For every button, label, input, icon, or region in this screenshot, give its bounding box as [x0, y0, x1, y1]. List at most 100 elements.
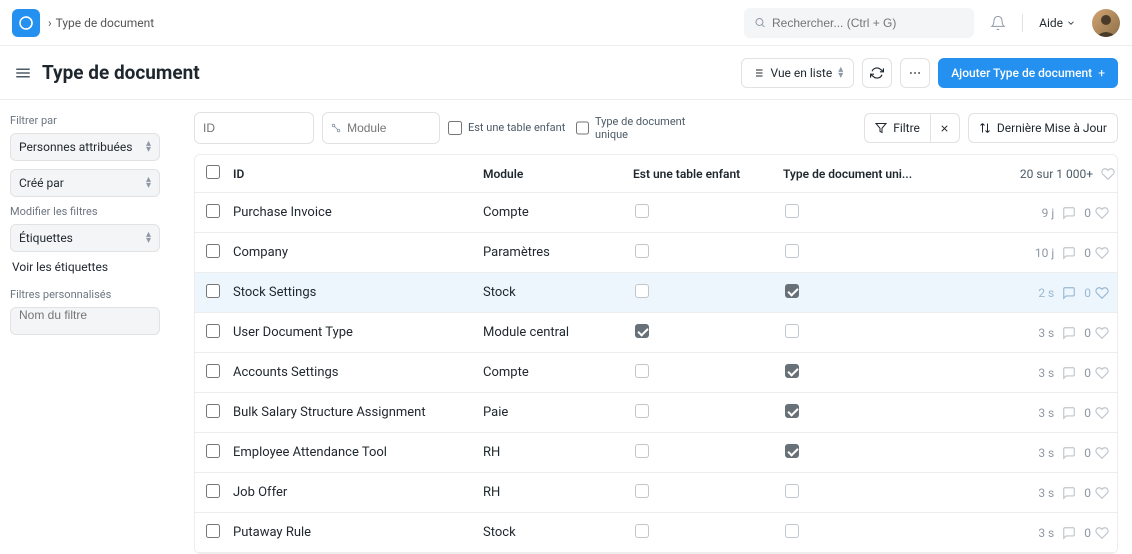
- app-logo[interactable]: [12, 9, 40, 37]
- col-id[interactable]: ID: [231, 167, 481, 181]
- select-all-checkbox[interactable]: [206, 165, 220, 179]
- avatar[interactable]: [1092, 9, 1120, 37]
- filter-module-input[interactable]: [322, 112, 440, 144]
- close-icon: [939, 123, 950, 134]
- filter-module-field[interactable]: [347, 121, 431, 135]
- filter-id-field[interactable]: [203, 121, 305, 135]
- more-button[interactable]: [900, 58, 930, 88]
- table-row[interactable]: User Document Type Module central 3 s 0: [195, 313, 1117, 353]
- comment-icon[interactable]: [1062, 486, 1076, 500]
- cell-id: User Document Type: [231, 325, 481, 340]
- row-checkbox[interactable]: [206, 244, 220, 258]
- table-row[interactable]: Stock Settings Stock 2 s 0: [195, 273, 1117, 313]
- created-by-select[interactable]: Créé par ▴▾: [10, 169, 160, 197]
- comment-icon[interactable]: [1062, 366, 1076, 380]
- col-module[interactable]: Module: [481, 167, 631, 181]
- heart-icon[interactable]: [1095, 406, 1109, 420]
- col-child[interactable]: Est une table enfant: [631, 167, 781, 181]
- comment-icon[interactable]: [1062, 286, 1076, 300]
- cell-age: 2 s: [1038, 286, 1054, 300]
- comment-count: 0: [1084, 246, 1091, 260]
- table-row[interactable]: Employee Attendance Tool RH 3 s 0: [195, 433, 1117, 473]
- heart-icon[interactable]: [1095, 366, 1109, 380]
- cell-unique: [781, 524, 951, 542]
- cell-child: [631, 364, 781, 382]
- comment-icon[interactable]: [1062, 206, 1076, 220]
- heart-icon[interactable]: [1095, 246, 1109, 260]
- filter-unique-checkbox[interactable]: [576, 121, 589, 135]
- sort-button[interactable]: Dernière Mise à Jour: [968, 113, 1118, 143]
- heart-icon[interactable]: [1095, 446, 1109, 460]
- add-button[interactable]: Ajouter Type de document +: [938, 58, 1118, 88]
- add-button-label: Ajouter Type de document: [951, 66, 1092, 80]
- row-checkbox[interactable]: [206, 324, 220, 338]
- search-input[interactable]: [744, 8, 974, 38]
- comment-icon[interactable]: [1062, 406, 1076, 420]
- table-row[interactable]: Putaway Rule Stock 3 s 0: [195, 513, 1117, 553]
- cell-unique: [781, 444, 951, 462]
- cell-age: 3 s: [1038, 366, 1054, 380]
- col-unique[interactable]: Type de document uni...: [781, 167, 951, 181]
- search-field[interactable]: [772, 16, 964, 30]
- custom-filters-label: Filtres personnalisés: [10, 288, 176, 301]
- filter-child-checkbox[interactable]: [448, 121, 462, 135]
- clear-filter-button[interactable]: [930, 113, 960, 143]
- heart-icon[interactable]: [1095, 206, 1109, 220]
- assigned-select[interactable]: Personnes attribuées ▴▾: [10, 133, 160, 161]
- heart-icon[interactable]: [1095, 286, 1109, 300]
- filter-id-input[interactable]: [194, 112, 314, 144]
- filter-unique-check[interactable]: Type de document unique: [576, 115, 696, 141]
- filter-name-input[interactable]: [10, 307, 160, 335]
- separator: [1022, 14, 1023, 32]
- cell-module: Paie: [481, 405, 631, 420]
- comment-icon[interactable]: [1062, 246, 1076, 260]
- cell-age: 3 s: [1038, 486, 1054, 500]
- dots-icon: [908, 66, 922, 80]
- table-row[interactable]: Bulk Salary Structure Assignment Paie 3 …: [195, 393, 1117, 433]
- table-row[interactable]: Job Offer RH 3 s 0: [195, 473, 1117, 513]
- cell-module: RH: [481, 445, 631, 460]
- comment-icon[interactable]: [1062, 526, 1076, 540]
- cell-id: Stock Settings: [231, 285, 481, 300]
- refresh-button[interactable]: [862, 58, 892, 88]
- tags-select[interactable]: Étiquettes ▴▾: [10, 224, 160, 252]
- cell-unique: [781, 204, 951, 222]
- comment-count: 0: [1084, 286, 1091, 300]
- bell-icon[interactable]: [990, 15, 1006, 31]
- cell-child: [631, 324, 781, 342]
- cell-age: 3 s: [1038, 446, 1054, 460]
- filter-button[interactable]: Filtre: [864, 113, 930, 143]
- view-toggle[interactable]: Vue en liste ▴▾: [741, 58, 854, 88]
- cell-module: Module central: [481, 325, 631, 340]
- row-checkbox[interactable]: [206, 284, 220, 298]
- table-row[interactable]: Company Paramètres 10 j 0: [195, 233, 1117, 273]
- row-checkbox[interactable]: [206, 204, 220, 218]
- filter-button-label: Filtre: [893, 121, 920, 135]
- help-menu[interactable]: Aide: [1039, 16, 1076, 30]
- table-row[interactable]: Purchase Invoice Compte 9 j 0: [195, 193, 1117, 233]
- row-checkbox[interactable]: [206, 364, 220, 378]
- comment-icon[interactable]: [1062, 326, 1076, 340]
- row-checkbox[interactable]: [206, 404, 220, 418]
- heart-icon[interactable]: [1095, 326, 1109, 340]
- menu-icon[interactable]: [14, 64, 32, 82]
- cell-child: [631, 404, 781, 422]
- row-checkbox[interactable]: [206, 484, 220, 498]
- select-icon: ▴▾: [146, 232, 151, 244]
- breadcrumb[interactable]: › Type de document: [48, 16, 154, 30]
- comment-icon[interactable]: [1062, 446, 1076, 460]
- cell-id: Employee Attendance Tool: [231, 445, 481, 460]
- row-checkbox[interactable]: [206, 524, 220, 538]
- help-label: Aide: [1039, 16, 1063, 30]
- filter-name-field[interactable]: [19, 308, 151, 322]
- cell-age: 3 s: [1038, 406, 1054, 420]
- chevron-down-icon: [1066, 18, 1076, 28]
- cell-module: Compte: [481, 365, 631, 380]
- view-tags-link[interactable]: Voir les étiquettes: [12, 260, 176, 274]
- page-title: Type de document: [42, 61, 200, 84]
- table-row[interactable]: Accounts Settings Compte 3 s 0: [195, 353, 1117, 393]
- heart-icon[interactable]: [1095, 526, 1109, 540]
- filter-child-check[interactable]: Est une table enfant: [448, 121, 568, 135]
- heart-icon[interactable]: [1095, 486, 1109, 500]
- row-checkbox[interactable]: [206, 444, 220, 458]
